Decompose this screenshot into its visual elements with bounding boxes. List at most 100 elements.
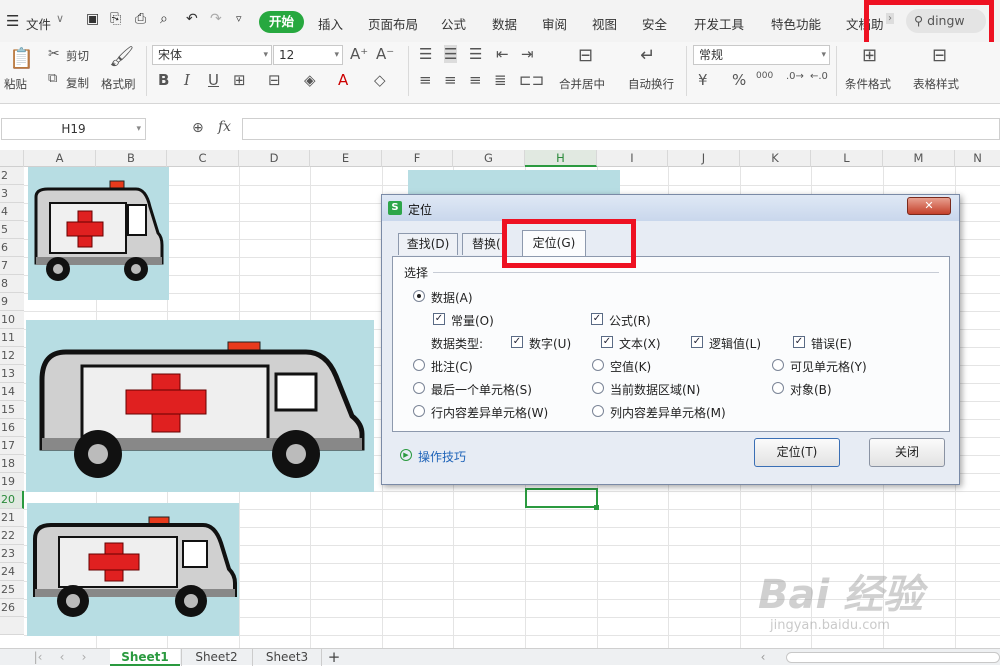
- checkbox-logic-label[interactable]: 逻辑值(L): [709, 335, 761, 352]
- menu-file[interactable]: 文件: [26, 14, 51, 33]
- wrap-text-button[interactable]: 自动换行: [628, 76, 674, 92]
- wrap-text-icon[interactable]: ↵: [640, 45, 655, 66]
- row-header[interactable]: 23: [0, 545, 24, 563]
- radio-comment[interactable]: [413, 359, 425, 371]
- indent-decrease-icon[interactable]: ⇤: [496, 45, 509, 63]
- export-icon[interactable]: ⎘: [110, 11, 121, 27]
- col-header-j[interactable]: J: [668, 150, 740, 167]
- row-header[interactable]: 18: [0, 455, 24, 473]
- next-sheet-icon[interactable]: ›: [78, 649, 90, 666]
- zoom-formula-icon[interactable]: ⊕: [192, 120, 204, 136]
- col-header-k[interactable]: K: [740, 150, 811, 167]
- tab-review[interactable]: 审阅: [542, 14, 567, 33]
- radio-object[interactable]: [772, 382, 784, 394]
- print-icon[interactable]: ⎙: [135, 11, 146, 27]
- close-button[interactable]: 关闭: [869, 438, 945, 467]
- row-header[interactable]: 26: [0, 599, 24, 617]
- row-header[interactable]: 21: [0, 509, 24, 527]
- tips-link[interactable]: 操作技巧: [418, 448, 466, 465]
- selected-cell-h19[interactable]: [525, 488, 598, 508]
- checkbox-number-label[interactable]: 数字(U): [529, 335, 571, 352]
- row-header[interactable]: [0, 617, 24, 635]
- row-header[interactable]: 5: [0, 221, 24, 239]
- redo-icon[interactable]: ↷: [210, 11, 222, 27]
- tab-start[interactable]: 开始: [259, 11, 304, 33]
- formula-input[interactable]: [242, 118, 1000, 140]
- format-painter-button[interactable]: 格式刷: [101, 76, 136, 92]
- col-header-d[interactable]: D: [239, 150, 310, 167]
- prev-sheet-icon[interactable]: ‹: [56, 649, 68, 666]
- radio-data-label[interactable]: 数据(A): [431, 289, 473, 306]
- increase-font-icon[interactable]: A⁺: [350, 45, 368, 63]
- paste-icon[interactable]: 📋: [9, 46, 34, 70]
- col-header-g[interactable]: G: [453, 150, 525, 167]
- underline-button[interactable]: U: [208, 71, 219, 89]
- radio-object-label[interactable]: 对象(B): [790, 381, 832, 398]
- checkbox-error-label[interactable]: 错误(E): [811, 335, 852, 352]
- italic-button[interactable]: I: [184, 71, 190, 89]
- tab-insert[interactable]: 插入: [318, 14, 343, 33]
- row-header[interactable]: 7: [0, 257, 24, 275]
- percent-button[interactable]: %: [732, 71, 746, 89]
- chevron-down-icon[interactable]: ∨: [56, 12, 64, 25]
- tab-developer[interactable]: 开发工具: [694, 14, 744, 33]
- row-header[interactable]: 8: [0, 275, 24, 293]
- tab-special[interactable]: 特色功能: [771, 14, 821, 33]
- col-header-n[interactable]: N: [955, 150, 1000, 167]
- dialog-close-button[interactable]: ✕: [907, 197, 951, 215]
- row-header[interactable]: 11: [0, 329, 24, 347]
- play-icon[interactable]: ▶: [400, 449, 412, 461]
- row-header[interactable]: 19: [0, 473, 24, 491]
- paste-button[interactable]: 粘贴: [4, 76, 27, 92]
- hamburger-icon[interactable]: ☰: [6, 12, 19, 30]
- checkbox-number[interactable]: ✓: [511, 336, 523, 348]
- goto-button[interactable]: 定位(T): [754, 438, 840, 467]
- row-header[interactable]: 2: [0, 167, 24, 185]
- ambulance-picture-3[interactable]: [27, 503, 239, 636]
- customize-icon[interactable]: ▿: [236, 12, 242, 25]
- fill-style-icon[interactable]: ⊟: [268, 71, 281, 89]
- name-box[interactable]: H19 ▾: [1, 118, 146, 140]
- justify-icon[interactable]: ≣: [494, 71, 507, 89]
- conditional-format-button[interactable]: 条件格式: [845, 76, 891, 92]
- tab-replace[interactable]: 替换(: [462, 233, 506, 255]
- tab-data[interactable]: 数据: [492, 14, 517, 33]
- radio-last-cell[interactable]: [413, 382, 425, 394]
- radio-col-diff[interactable]: [592, 405, 604, 417]
- merge-center-button[interactable]: 合并居中: [559, 76, 605, 92]
- save-icon[interactable]: ▣: [86, 11, 99, 27]
- align-middle-icon[interactable]: ☰: [444, 45, 458, 63]
- row-header[interactable]: 6: [0, 239, 24, 257]
- scroll-left-icon[interactable]: ‹: [758, 649, 768, 666]
- col-header-m[interactable]: M: [883, 150, 955, 167]
- fill-color-icon[interactable]: ◈: [304, 71, 316, 89]
- distribute-icon[interactable]: ⊏⊐: [519, 71, 544, 89]
- checkbox-constant[interactable]: ✓: [433, 313, 445, 325]
- row-header[interactable]: 9: [0, 293, 24, 311]
- fill-handle[interactable]: [594, 505, 599, 510]
- horizontal-scrollbar[interactable]: [786, 652, 1000, 663]
- col-header-h[interactable]: H: [525, 150, 597, 167]
- radio-data[interactable]: [413, 290, 425, 302]
- radio-visible-label[interactable]: 可见单元格(Y): [790, 358, 867, 375]
- first-sheet-icon[interactable]: |‹: [32, 649, 44, 666]
- font-name-select[interactable]: 宋体 ▾: [152, 45, 272, 65]
- number-format-select[interactable]: 常规 ▾: [693, 45, 830, 65]
- copy-button[interactable]: 复制: [66, 75, 89, 91]
- ambulance-picture-2[interactable]: [26, 320, 374, 492]
- radio-blank-label[interactable]: 空值(K): [610, 358, 651, 375]
- decimal-increase-icon[interactable]: .0→: [786, 71, 804, 82]
- radio-col-diff-label[interactable]: 列内容差异单元格(M): [610, 404, 726, 421]
- table-style-icon[interactable]: ⊟: [932, 45, 947, 66]
- font-size-select[interactable]: 12 ▾: [273, 45, 343, 65]
- cut-button[interactable]: 剪切: [66, 48, 89, 64]
- row-header[interactable]: 3: [0, 185, 24, 203]
- sheet-tab-2[interactable]: Sheet2: [181, 649, 251, 666]
- checkbox-logic[interactable]: ✓: [691, 336, 703, 348]
- border-icon[interactable]: ⊞: [233, 71, 246, 89]
- row-header[interactable]: 16: [0, 419, 24, 437]
- tab-page-layout[interactable]: 页面布局: [368, 14, 418, 33]
- align-top-icon[interactable]: ☰: [419, 45, 432, 63]
- radio-row-diff-label[interactable]: 行内容差异单元格(W): [431, 404, 548, 421]
- row-header[interactable]: 15: [0, 401, 24, 419]
